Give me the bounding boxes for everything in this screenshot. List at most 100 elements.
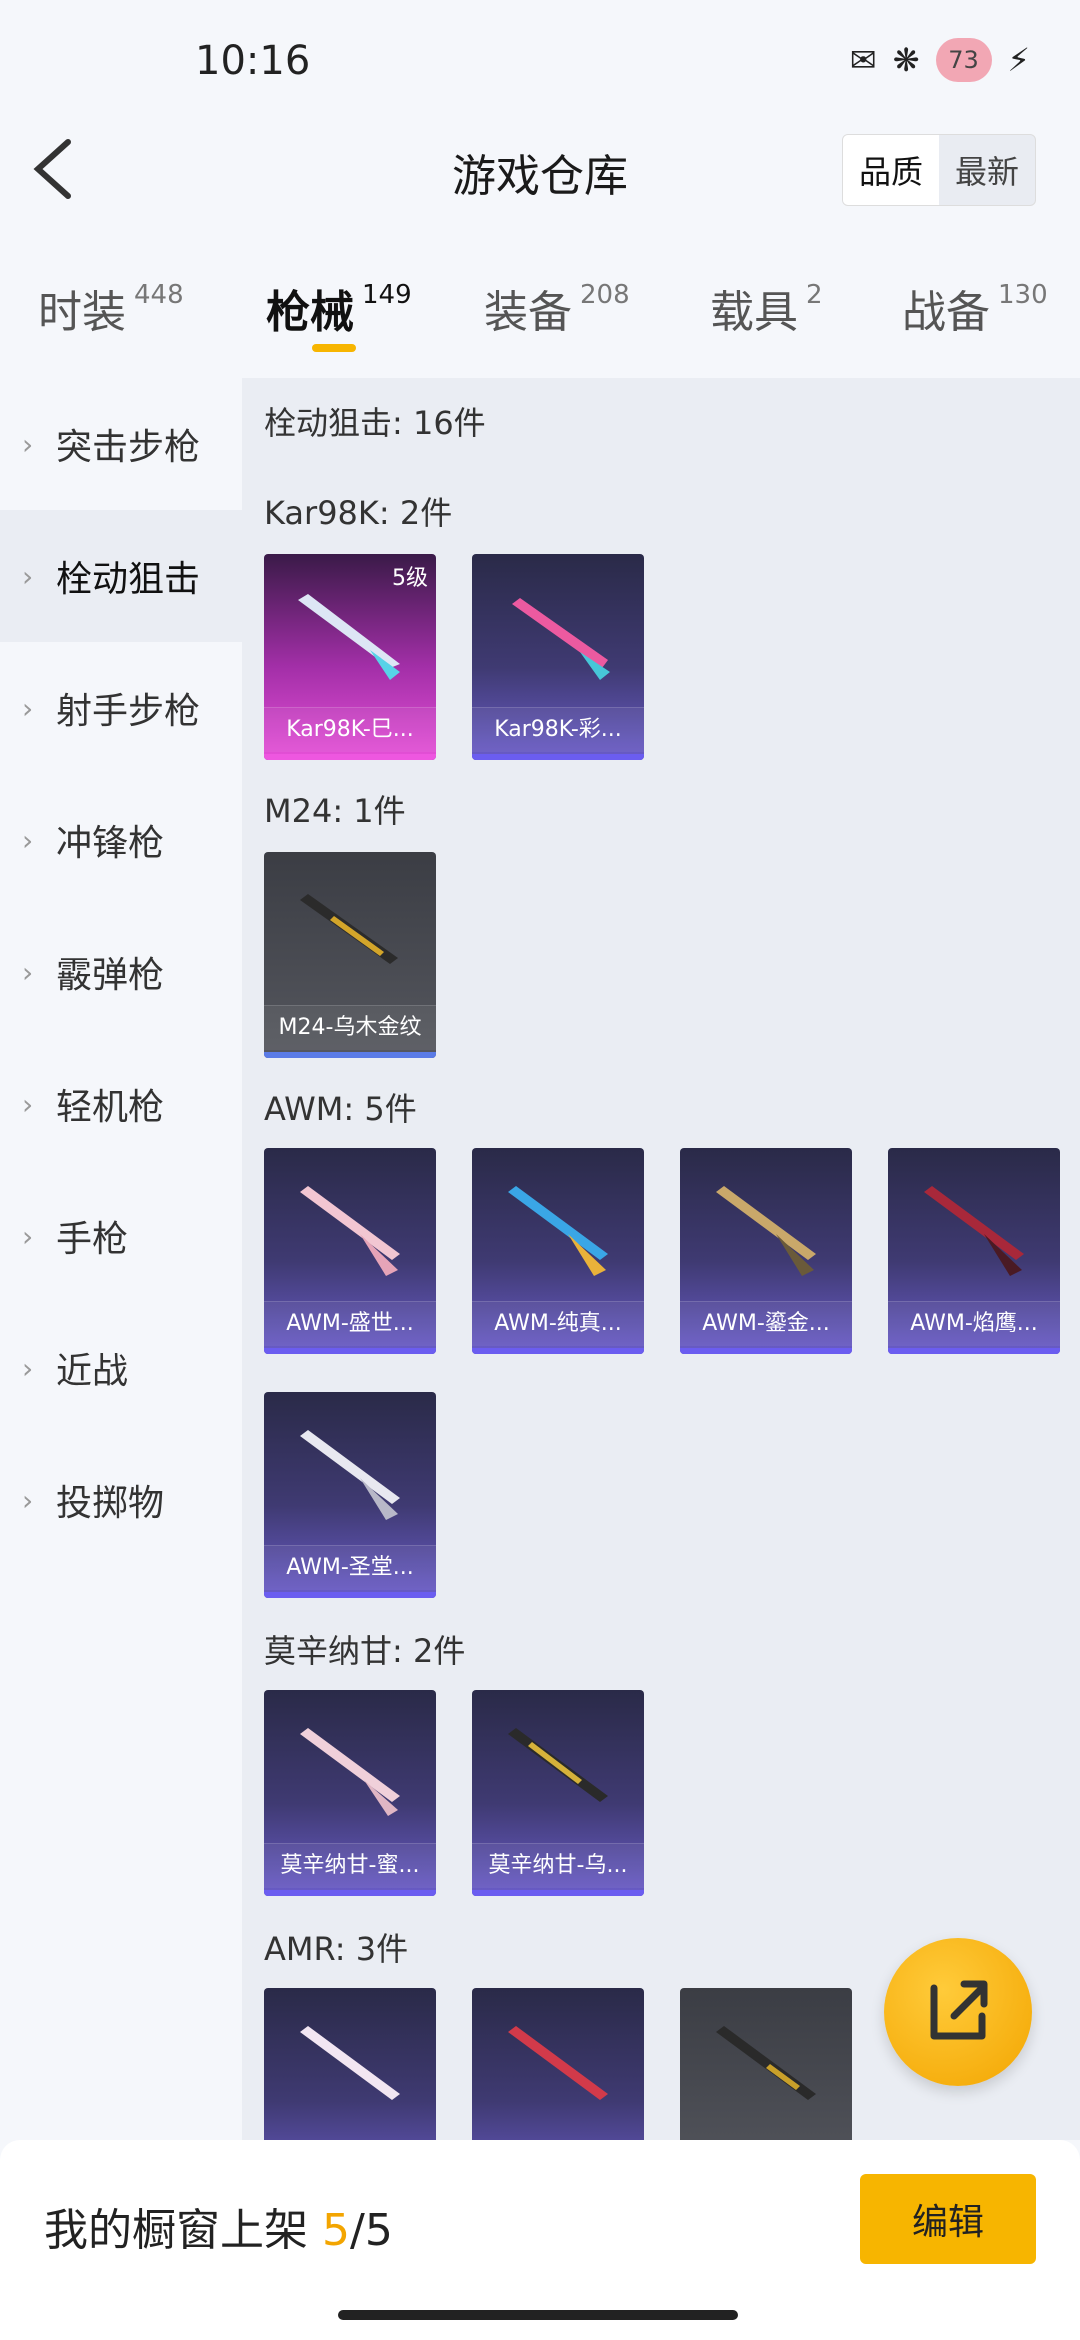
chevron-right-icon: › [22, 955, 34, 989]
tab-vehicles[interactable]: 载具 2 [710, 276, 823, 340]
item-card[interactable]: AWM-盛世... [264, 1148, 436, 1354]
item-card[interactable] [680, 1988, 852, 2140]
chevron-right-icon: › [22, 691, 34, 725]
sidebar-item-label: 栓动狙击 [56, 559, 201, 600]
rifle-icon [300, 2026, 400, 2100]
chevron-right-icon: › [22, 1219, 34, 1253]
tab-firearms[interactable]: 枪械 149 [266, 276, 412, 340]
item-card[interactable]: AWM-纯真... [472, 1148, 644, 1354]
rifle-icon [298, 594, 400, 680]
item-name: AWM-鎏金... [680, 1301, 852, 1346]
rifle-icon [508, 1728, 608, 1802]
rifle-icon [300, 894, 398, 964]
notification-icon: ✉ [849, 41, 877, 79]
edit-button[interactable]: 编辑 [860, 2174, 1036, 2264]
sidebar-item-label: 手枪 [56, 1219, 129, 1260]
rifle-icon [300, 1728, 400, 1816]
sidebar-item-label: 射手步枪 [56, 691, 201, 732]
chevron-right-icon: › [22, 1351, 34, 1385]
rifle-icon [508, 1186, 608, 1276]
sidebar-item-label: 冲锋枪 [56, 823, 165, 864]
item-card[interactable]: AWM-焰鹰... [888, 1148, 1060, 1354]
status-icons: ✉ ❋ 73 ⚡ [850, 38, 1030, 82]
showcase-bar: 我的橱窗上架 5/5 编辑 [0, 2140, 1080, 2340]
status-time: 10:16 [195, 38, 311, 84]
item-name: AWM-纯真... [472, 1301, 644, 1346]
sort-quality-button[interactable]: 品质 [842, 135, 939, 205]
tab-label: 装备 [484, 287, 572, 338]
item-card[interactable]: AWM-鎏金... [680, 1148, 852, 1354]
sidebar-item-label: 轻机枪 [56, 1087, 165, 1128]
item-card[interactable]: Kar98K-彩... [472, 554, 644, 760]
item-card[interactable] [472, 1988, 644, 2140]
group-title: M24: 1件 [264, 792, 406, 830]
rarity-bar [264, 1052, 436, 1058]
tab-equipment[interactable]: 装备 208 [484, 276, 630, 340]
tab-count: 448 [134, 280, 184, 310]
chevron-right-icon: › [22, 559, 34, 593]
item-card[interactable]: 莫辛纳甘-乌... [472, 1690, 644, 1896]
rifle-icon [716, 1186, 816, 1276]
item-name: Kar98K-彩... [472, 707, 644, 752]
group-title: AMR: 3件 [264, 1930, 409, 1968]
rarity-bar [680, 1348, 852, 1354]
item-card[interactable]: M24-乌木金纹 [264, 852, 436, 1058]
showcase-total: /5 [350, 2205, 393, 2256]
rifle-icon [716, 2026, 816, 2100]
sidebar-item-pistol[interactable]: › 手枪 [0, 1170, 242, 1302]
active-tab-indicator [312, 344, 356, 352]
sidebar-item-lmg[interactable]: › 轻机枪 [0, 1038, 242, 1170]
chevron-right-icon: › [22, 823, 34, 857]
sidebar-item-shotgun[interactable]: › 霰弹枪 [0, 906, 242, 1038]
tab-outfits[interactable]: 时装 448 [38, 276, 184, 340]
sidebar-item-marksman-rifle[interactable]: › 射手步枪 [0, 642, 242, 774]
item-card[interactable]: 莫辛纳甘-蜜... [264, 1690, 436, 1896]
sidebar-item-throwable[interactable]: › 投掷物 [0, 1434, 242, 1566]
item-card[interactable]: AWM-圣堂... [264, 1392, 436, 1598]
signal-icon: ❋ [892, 41, 920, 79]
item-level-badge: 5级 [392, 566, 428, 591]
sidebar-item-label: 霰弹枪 [56, 955, 165, 996]
rarity-bar [264, 1592, 436, 1598]
item-card[interactable] [264, 1988, 436, 2140]
rifle-icon [924, 1186, 1024, 1276]
chevron-right-icon: › [22, 1087, 34, 1121]
rifle-icon [512, 598, 610, 680]
tab-supplies[interactable]: 战备 130 [902, 276, 1048, 340]
group-title: Kar98K: 2件 [264, 494, 453, 532]
tab-label: 载具 [710, 287, 798, 338]
rifle-icon [300, 1186, 400, 1276]
share-button[interactable] [884, 1938, 1032, 2086]
rifle-icon [508, 2026, 608, 2100]
showcase-current: 5 [322, 2205, 350, 2256]
tab-count: 208 [580, 280, 630, 310]
home-indicator[interactable] [338, 2310, 738, 2320]
group-title: 莫辛纳甘: 2件 [264, 1632, 466, 1670]
sort-toggle: 品质 最新 [841, 134, 1036, 206]
section-total: 栓动狙击: 16件 [264, 404, 486, 442]
rarity-bar [264, 1890, 436, 1896]
rifle-icon [300, 1430, 400, 1520]
weapon-type-sidebar: › 突击步枪 › 栓动狙击 › 射手步枪 › 冲锋枪 › 霰弹枪 › 轻机枪 › 手枪 › 近战… [0, 378, 242, 2148]
sidebar-item-assault-rifle[interactable]: › 突击步枪 [0, 378, 242, 510]
rarity-bar [472, 754, 644, 760]
inventory-content[interactable]: 栓动狙击: 16件 Kar98K: 2件 5级 Kar98K-巳... Kar9… [242, 378, 1080, 2140]
status-bar: 10:16 ✉ ❋ 73 ⚡ [0, 0, 1080, 120]
rarity-bar [264, 1348, 436, 1354]
rarity-bar [888, 1348, 1060, 1354]
tab-count: 149 [362, 280, 412, 310]
sidebar-item-smg[interactable]: › 冲锋枪 [0, 774, 242, 906]
item-name: 莫辛纳甘-乌... [472, 1843, 644, 1888]
item-card[interactable]: 5级 Kar98K-巳... [264, 554, 436, 760]
showcase-status: 我的橱窗上架 5/5 [44, 2194, 393, 2258]
tab-label: 时装 [38, 287, 126, 338]
sort-newest-button[interactable]: 最新 [939, 135, 1035, 205]
battery-icon: 73 [935, 38, 992, 82]
header: 游戏仓库 品质 最新 [0, 120, 1080, 220]
share-icon [930, 1980, 988, 2040]
chevron-right-icon: › [22, 427, 34, 461]
rarity-bar [264, 754, 436, 760]
sidebar-item-bolt-sniper[interactable]: › 栓动狙击 [0, 510, 242, 642]
sidebar-item-melee[interactable]: › 近战 [0, 1302, 242, 1434]
chevron-right-icon: › [22, 1483, 34, 1517]
